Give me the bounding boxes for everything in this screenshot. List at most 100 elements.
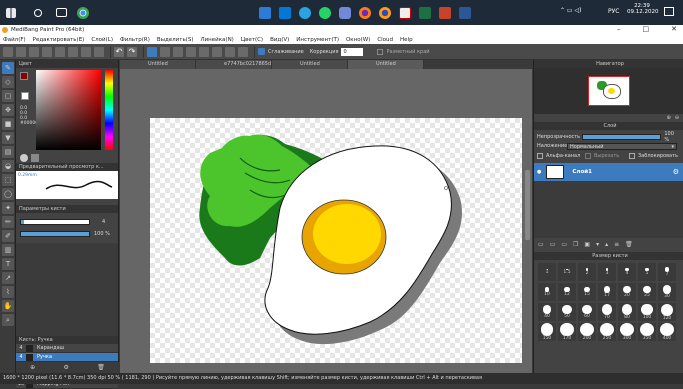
menu-item[interactable]: Выделить(S) [157,37,194,43]
brush-size-option[interactable]: 200 [578,323,596,341]
brush-list-item[interactable]: 4 Карандаш [16,344,118,353]
brush-size-option[interactable]: 1 [538,263,556,281]
vertical-scrollbar[interactable] [525,170,530,240]
brush-opacity-slider[interactable] [20,230,90,237]
brush-size-option[interactable]: 50 [558,303,576,321]
desktop-icon[interactable] [259,6,271,19]
new-layer-color-icon[interactable]: ▭ [550,241,556,248]
merge-down-icon[interactable]: ▣ [584,241,590,248]
whatsapp-icon[interactable] [319,6,331,19]
search-icon[interactable] [34,8,42,17]
antialias-checkbox[interactable] [258,48,265,55]
move-tool-icon[interactable]: ✥ [2,104,14,116]
maximize-icon[interactable]: □ [643,25,650,33]
telegram-icon[interactable] [299,6,311,19]
brush-size-option[interactable]: 350 [638,323,656,341]
snap-off-icon[interactable] [147,46,157,57]
fill-tool-icon[interactable]: ▼ [2,132,14,144]
brush-settings-icon[interactable]: ⚙ [64,364,69,371]
clock[interactable]: 22:39 09.12.2020 [627,3,659,15]
firefox-icon[interactable] [359,6,371,19]
lasso-tool-icon[interactable]: ◯ [2,188,14,200]
undo-icon[interactable]: ↶ [114,46,124,57]
zoom-tool-icon[interactable]: ⌕ [2,314,14,326]
snap-3d-icon[interactable] [238,46,248,57]
gradient-tool-icon[interactable]: ▤ [2,146,14,158]
eyedropper-tool-icon[interactable]: ⌇ [2,286,14,298]
brush-tool-icon[interactable]: ✎ [2,62,14,74]
lock-checkbox[interactable] [629,153,635,159]
visibility-icon[interactable]: ● [537,169,541,175]
menu-item[interactable]: Cloud [377,37,393,43]
color-grid-icon[interactable] [31,153,39,162]
shape-tool-icon[interactable]: ■ [2,118,14,130]
firefox-dev-icon[interactable] [379,6,391,19]
photoshop-icon[interactable] [399,6,411,19]
menu-item[interactable]: Help [400,37,413,43]
add-brush-icon[interactable]: ⊕ [30,364,35,371]
blend-mode-select[interactable]: Нормальный ▾ [567,142,677,150]
snap-edge-checkbox[interactable] [377,48,384,55]
document-tab[interactable]: e7747bc0217865da1217fce4b6f3a64.png [196,60,272,69]
close-icon[interactable]: ✕ [671,25,677,33]
menu-item[interactable]: Линейка(N) [200,37,233,43]
redo-icon[interactable]: ↷ [127,46,137,57]
language-indicator[interactable]: РУС [608,8,619,15]
zoom-in-icon[interactable]: ⊕ [667,115,671,121]
chrome-icon[interactable] [77,6,89,19]
notification-icon[interactable] [664,7,674,16]
foreground-swatch[interactable] [20,72,28,80]
layers-icon[interactable] [81,46,91,57]
snap-vanish-icon[interactable] [186,46,196,57]
brush-size-option[interactable]: 3 [598,263,616,281]
brush-size-option[interactable]: 5 [638,263,656,281]
new-file-icon[interactable] [3,46,13,57]
brush-size-option[interactable]: 70 [598,303,616,321]
brush-size-option[interactable]: 60 [578,303,596,321]
duplicate-layer-icon[interactable]: ❐ [573,241,578,248]
layer-down-icon[interactable]: ▾ [596,241,599,248]
menu-item[interactable]: Фильтр(R) [120,37,150,43]
discord-icon[interactable] [339,6,351,19]
brush-size-option[interactable]: 150 [538,323,556,341]
bucket-tool-icon[interactable]: ◒ [2,160,14,172]
brush-size-option[interactable]: 15 [578,283,596,301]
delete-brush-icon[interactable]: 🗑 [97,364,105,371]
word-icon[interactable] [459,6,471,19]
layer-opacity-slider[interactable] [582,133,662,140]
menu-item[interactable]: Цвет(C) [241,37,263,43]
brush-size-option[interactable]: 4 [618,263,636,281]
brush-size-option[interactable]: 7 [658,263,676,281]
menu-item[interactable]: Слой(L) [91,37,113,43]
correction-select[interactable]: 0 [341,47,364,56]
brush-size-option[interactable]: 20 [618,283,636,301]
brush-size-option[interactable]: 10 [538,283,556,301]
brush-size-option[interactable]: 40 [538,303,556,321]
brush-size-slider[interactable] [20,218,90,225]
folder-icon[interactable]: ▭ [561,241,567,248]
snap-cross-icon[interactable] [173,46,183,57]
hue-slider[interactable] [105,70,113,150]
store-icon[interactable] [279,6,291,19]
open-file-icon[interactable] [16,46,26,57]
settings-icon[interactable] [94,46,104,57]
text-tool-icon[interactable]: T [2,258,14,270]
brush-size-option[interactable]: 120 [658,303,676,321]
menu-item[interactable]: Редактировать(E) [33,37,85,43]
snap-parallel-icon[interactable] [160,46,170,57]
brush-size-option[interactable]: 300 [618,323,636,341]
canvas-area[interactable]: Untitled e7747bc0217865da1217fce4b6f3a64.… [120,60,532,373]
operation-tool-icon[interactable]: ↗ [2,272,14,284]
delete-layer-icon[interactable]: 🗑 [625,241,633,248]
excel-icon[interactable] [419,6,431,19]
document-tab[interactable]: Untitled [348,60,424,69]
saturation-value-picker[interactable] [36,70,101,150]
brush-size-option[interactable]: 170 [558,323,576,341]
select-pen-icon[interactable]: ✏ [2,216,14,228]
grid-icon[interactable] [68,46,78,57]
snap-radial-icon[interactable] [199,46,209,57]
brush-list-item[interactable]: 4 Ручка [16,353,118,362]
brush-size-option[interactable]: 17 [598,283,616,301]
menu-item[interactable]: Окно(W) [346,37,370,43]
save-icon[interactable] [29,46,39,57]
